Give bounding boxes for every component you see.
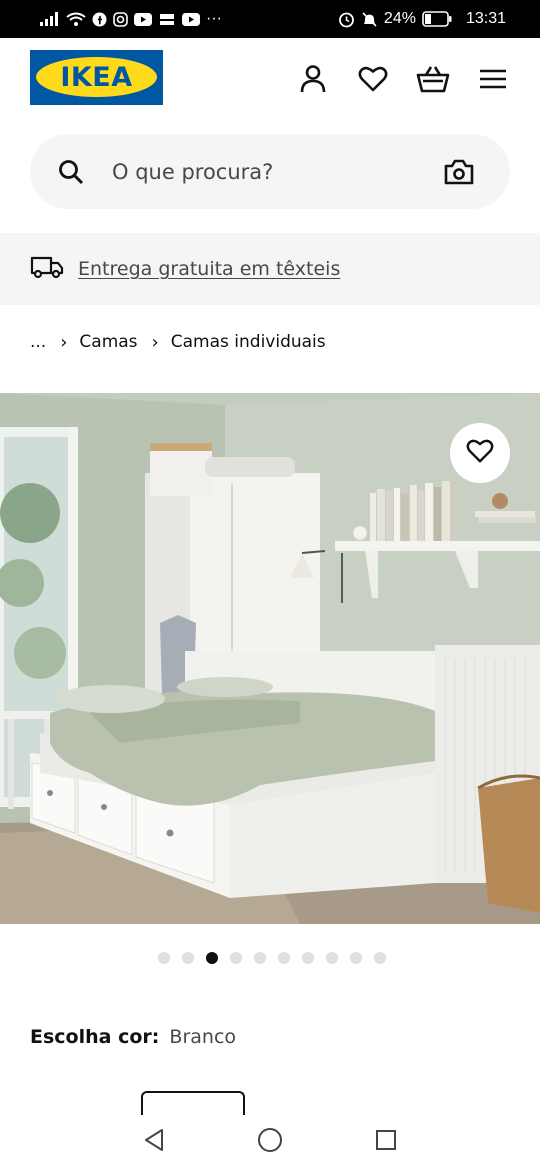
instagram-icon	[113, 11, 128, 27]
site-header: IKEA	[0, 38, 540, 116]
carousel-dot[interactable]	[350, 952, 362, 964]
carousel-dot[interactable]	[302, 952, 314, 964]
status-bar-left: ···	[40, 10, 222, 28]
status-bar-right: 24% 13:31	[338, 10, 506, 28]
search-input[interactable]	[112, 159, 444, 184]
facebook-icon	[92, 12, 107, 27]
menu-icon[interactable]	[476, 62, 510, 96]
product-image[interactable]	[0, 393, 540, 924]
carousel-dot[interactable]	[230, 952, 242, 964]
logo-oval: IKEA	[36, 57, 157, 97]
carousel-dot[interactable]	[158, 952, 170, 964]
system-nav-bar	[0, 1115, 540, 1170]
search-bar[interactable]	[30, 134, 510, 209]
color-choice: Escolha cor: Branco	[0, 1026, 540, 1048]
promo-banner[interactable]: Entrega gratuita em têxteis	[0, 233, 540, 305]
ikea-logo[interactable]: IKEA	[30, 49, 163, 105]
heart-icon[interactable]	[356, 62, 390, 96]
breadcrumb: ... › Camas › Camas individuais	[0, 305, 540, 379]
color-choice-value: Branco	[169, 1026, 237, 1048]
color-swatch-selected[interactable]	[141, 1091, 245, 1115]
more-notifications: ···	[206, 10, 222, 27]
carousel-dot[interactable]	[326, 952, 338, 964]
breadcrumb-item-camas[interactable]: Camas	[79, 332, 137, 352]
carousel-dot[interactable]	[254, 952, 266, 964]
home-icon[interactable]	[257, 1127, 283, 1158]
basket-icon[interactable]	[416, 62, 450, 96]
status-bar: ··· 24% 13:31	[0, 0, 540, 38]
carousel-dot[interactable]	[278, 952, 290, 964]
battery-percent: 24%	[383, 10, 416, 27]
carousel-dot[interactable]	[182, 952, 194, 964]
chevron-right-icon: ›	[60, 331, 68, 353]
search-icon[interactable]	[58, 158, 86, 186]
youtube-icon	[134, 12, 152, 26]
logo-text: IKEA	[60, 61, 133, 93]
account-icon[interactable]	[296, 62, 330, 96]
wifi-icon	[66, 12, 86, 27]
heart-icon	[466, 438, 494, 469]
color-choice-label: Escolha cor:	[30, 1026, 160, 1048]
chevron-right-icon: ›	[151, 331, 159, 353]
carousel-indicator	[0, 924, 540, 992]
camera-icon[interactable]	[444, 158, 474, 186]
carousel-dot[interactable]	[206, 952, 218, 964]
promo-text[interactable]: Entrega gratuita em têxteis	[78, 258, 340, 280]
temu-icon	[158, 12, 176, 27]
signal-icon	[40, 12, 60, 26]
alarm-icon	[338, 11, 355, 28]
breadcrumb-item-camas-individuais[interactable]: Camas individuais	[171, 332, 326, 352]
battery-icon	[422, 11, 452, 27]
breadcrumb-ellipsis[interactable]: ...	[30, 332, 46, 352]
back-icon[interactable]	[143, 1128, 165, 1157]
carousel-dot[interactable]	[374, 952, 386, 964]
favorite-button[interactable]	[450, 423, 510, 483]
clock: 13:31	[465, 10, 506, 27]
youtube-icon-2	[182, 12, 200, 26]
recents-icon[interactable]	[375, 1129, 397, 1156]
header-icons	[296, 58, 510, 96]
truck-icon	[30, 254, 64, 285]
mute-icon	[361, 11, 378, 28]
